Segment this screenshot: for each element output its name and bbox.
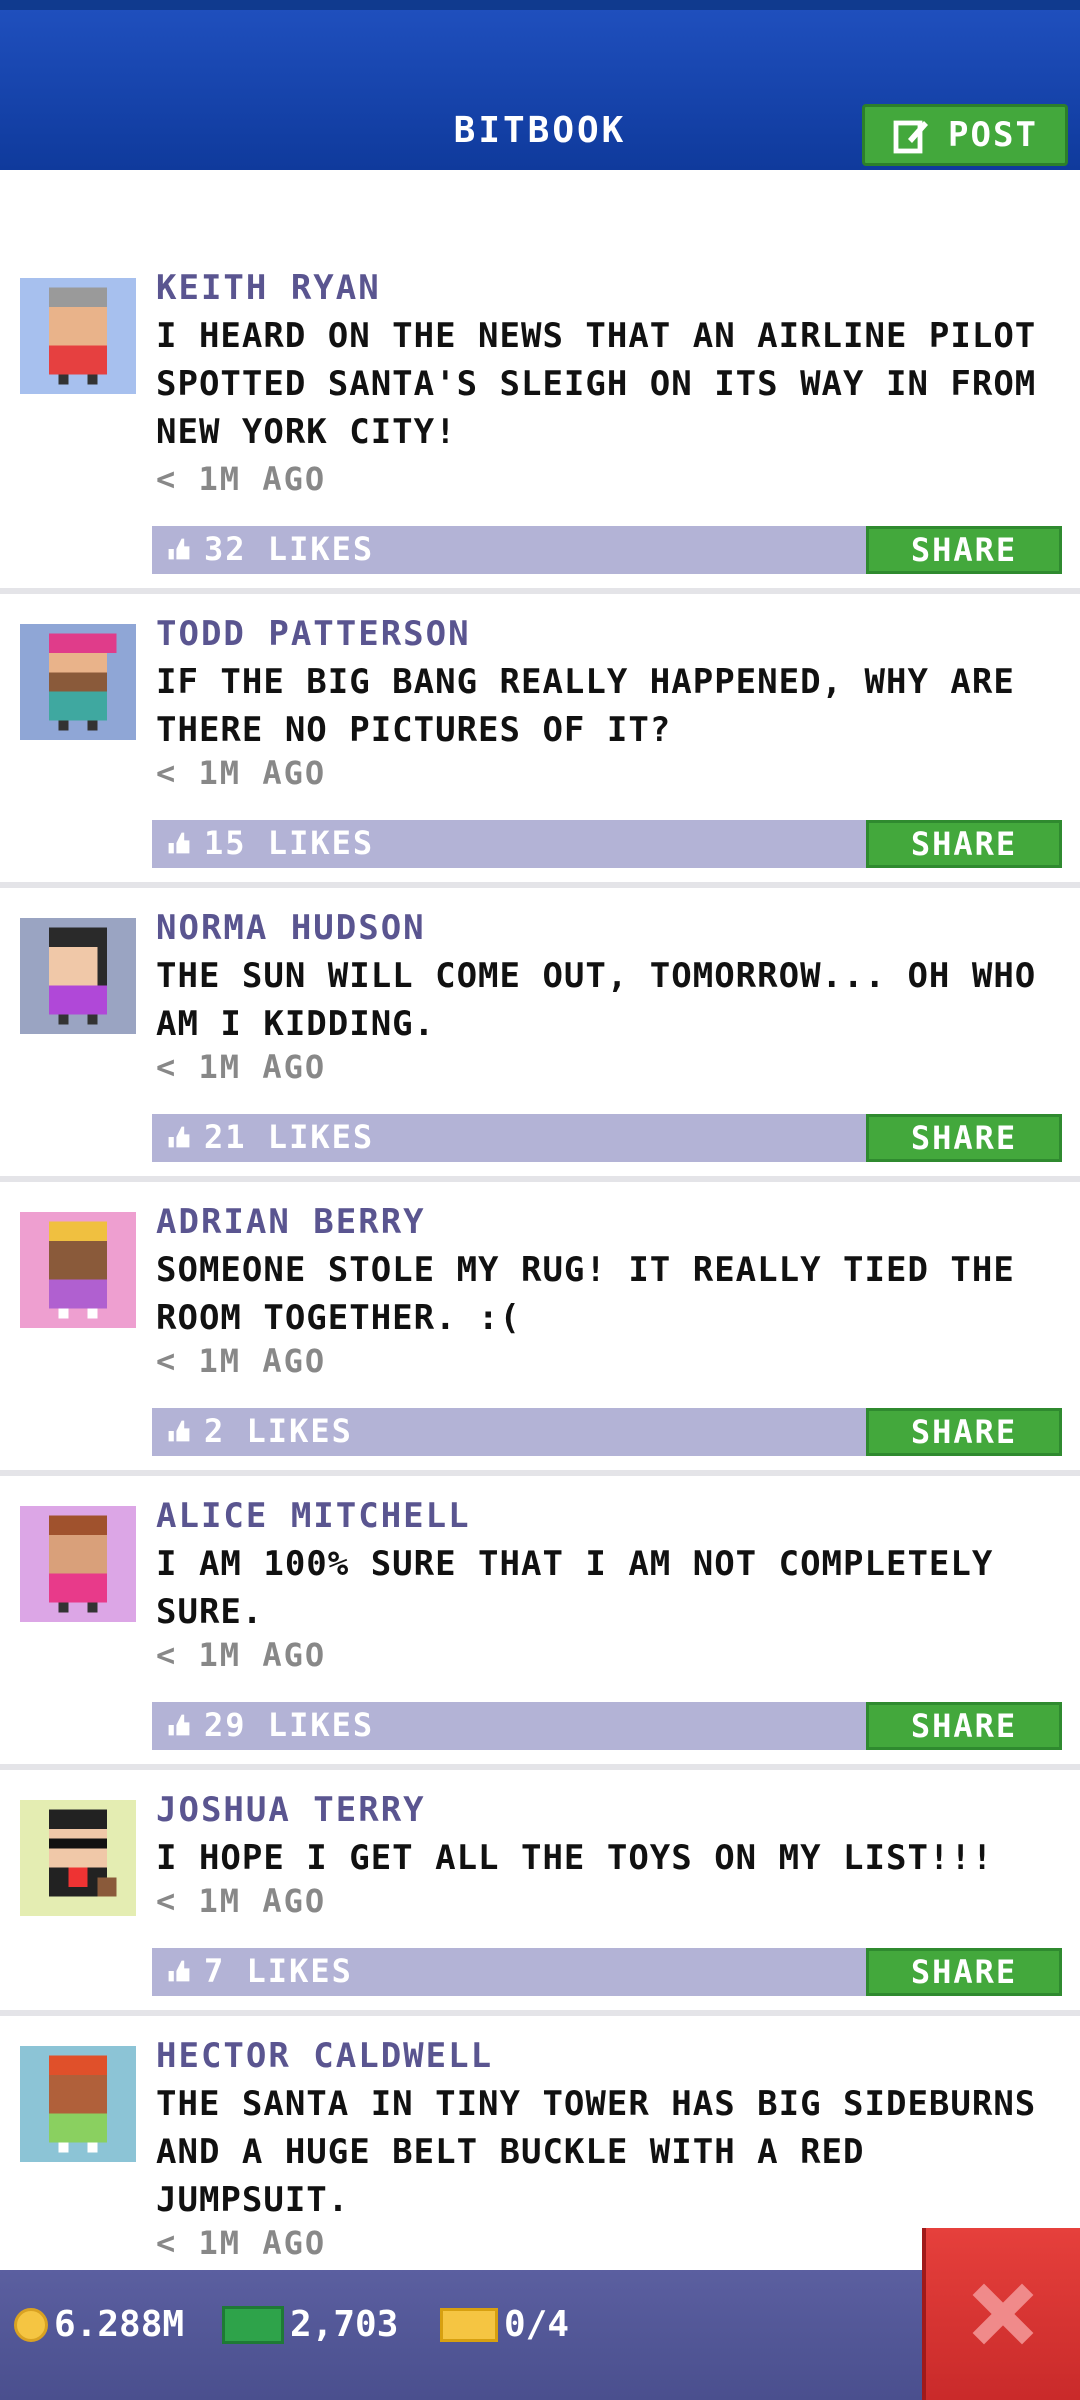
like-icon[interactable] bbox=[166, 830, 192, 856]
post-author[interactable]: ALICE MITCHELL bbox=[156, 1496, 471, 1536]
like-icon[interactable] bbox=[166, 536, 192, 562]
feed-post: HECTOR CALDWELL THE SANTA IN TINY TOWER … bbox=[0, 2016, 1080, 2270]
avatar bbox=[20, 278, 136, 394]
likes-count: 29 LIKES bbox=[204, 1706, 375, 1744]
post-message: I AM 100% SURE THAT I AM NOT COMPLETELY … bbox=[156, 1544, 994, 1632]
likes-bar: 2 LIKES SHARE bbox=[152, 1408, 1062, 1456]
like-icon[interactable] bbox=[166, 1418, 192, 1444]
avatar bbox=[20, 1800, 136, 1916]
close-icon bbox=[972, 2283, 1034, 2345]
close-button[interactable] bbox=[922, 2228, 1080, 2400]
app-header: BITBOOK POST bbox=[0, 0, 1080, 170]
post-message: I HOPE I GET ALL THE TOYS ON MY LIST!!! bbox=[156, 1838, 994, 1878]
edit-icon bbox=[893, 120, 929, 154]
post-author[interactable]: TODD PATTERSON bbox=[156, 614, 471, 654]
post-time: < 1M AGO bbox=[156, 2224, 327, 2262]
ticket-icon bbox=[440, 2307, 498, 2342]
post-time: < 1M AGO bbox=[156, 1048, 327, 1086]
feed-post: ADRIAN BERRY SOMEONE STOLE MY RUG! IT RE… bbox=[0, 1182, 1080, 1476]
likes-count: 21 LIKES bbox=[204, 1118, 375, 1156]
post-time: < 1M AGO bbox=[156, 754, 327, 792]
post-time: < 1M AGO bbox=[156, 1636, 327, 1674]
post-time: < 1M AGO bbox=[156, 460, 327, 498]
feed-post: TODD PATTERSON IF THE BIG BANG REALLY HA… bbox=[0, 594, 1080, 888]
likes-count: 7 LIKES bbox=[204, 1952, 353, 1990]
avatar bbox=[20, 1212, 136, 1328]
coin-icon bbox=[14, 2307, 48, 2342]
status-bar: 6.288M 2,703 0/4 bbox=[0, 2270, 1080, 2400]
post-button-label: POST bbox=[948, 115, 1038, 155]
post-button[interactable]: POST bbox=[862, 104, 1068, 166]
like-icon[interactable] bbox=[166, 1958, 192, 1984]
coins-value: 6.288M bbox=[54, 2304, 185, 2345]
post-message: IF THE BIG BANG REALLY HAPPENED, WHY ARE… bbox=[156, 662, 1015, 750]
post-author[interactable]: ADRIAN BERRY bbox=[156, 1202, 426, 1242]
post-author[interactable]: HECTOR CALDWELL bbox=[156, 2036, 493, 2076]
post-author[interactable]: JOSHUA TERRY bbox=[156, 1790, 426, 1830]
feed-post: KEITH RYAN I HEARD ON THE NEWS THAT AN A… bbox=[0, 170, 1080, 594]
likes-count: 15 LIKES bbox=[204, 824, 375, 862]
avatar bbox=[20, 1506, 136, 1622]
bux-icon bbox=[222, 2305, 284, 2344]
like-icon[interactable] bbox=[166, 1124, 192, 1150]
like-icon[interactable] bbox=[166, 1712, 192, 1738]
post-message: THE SANTA IN TINY TOWER HAS BIG SIDEBURN… bbox=[156, 2084, 1037, 2220]
share-button[interactable]: SHARE bbox=[866, 526, 1062, 574]
likes-bar: 32 LIKES SHARE bbox=[152, 526, 1062, 574]
post-message: I HEARD ON THE NEWS THAT AN AIRLINE PILO… bbox=[156, 316, 1037, 452]
news-feed[interactable]: KEITH RYAN I HEARD ON THE NEWS THAT AN A… bbox=[0, 170, 1080, 2270]
post-author[interactable]: KEITH RYAN bbox=[156, 268, 381, 308]
avatar bbox=[20, 624, 136, 740]
post-time: < 1M AGO bbox=[156, 1342, 327, 1380]
coins-stat: 6.288M bbox=[14, 2304, 184, 2345]
share-button[interactable]: SHARE bbox=[866, 1408, 1062, 1456]
share-button[interactable]: SHARE bbox=[866, 1114, 1062, 1162]
tickets-value: 0/4 bbox=[504, 2304, 570, 2345]
bux-stat: 2,703 bbox=[222, 2304, 398, 2345]
share-button[interactable]: SHARE bbox=[866, 1948, 1062, 1996]
likes-bar: 15 LIKES SHARE bbox=[152, 820, 1062, 868]
share-button[interactable]: SHARE bbox=[866, 820, 1062, 868]
post-message: SOMEONE STOLE MY RUG! IT REALLY TIED THE… bbox=[156, 1250, 1015, 1338]
feed-post: NORMA HUDSON THE SUN WILL COME OUT, TOMO… bbox=[0, 888, 1080, 1182]
likes-bar: 7 LIKES SHARE bbox=[152, 1948, 1062, 1996]
likes-bar: 29 LIKES SHARE bbox=[152, 1702, 1062, 1750]
avatar bbox=[20, 2046, 136, 2162]
feed-post: ALICE MITCHELL I AM 100% SURE THAT I AM … bbox=[0, 1476, 1080, 1770]
post-author[interactable]: NORMA HUDSON bbox=[156, 908, 426, 948]
bux-value: 2,703 bbox=[290, 2304, 399, 2345]
share-button[interactable]: SHARE bbox=[866, 1702, 1062, 1750]
avatar bbox=[20, 918, 136, 1034]
likes-count: 2 LIKES bbox=[204, 1412, 353, 1450]
post-time: < 1M AGO bbox=[156, 1882, 327, 1920]
likes-count: 32 LIKES bbox=[204, 530, 375, 568]
likes-bar: 21 LIKES SHARE bbox=[152, 1114, 1062, 1162]
feed-post: JOSHUA TERRY I HOPE I GET ALL THE TOYS O… bbox=[0, 1770, 1080, 2016]
tickets-stat: 0/4 bbox=[440, 2304, 569, 2345]
post-message: THE SUN WILL COME OUT, TOMORROW... OH WH… bbox=[156, 956, 1037, 1044]
